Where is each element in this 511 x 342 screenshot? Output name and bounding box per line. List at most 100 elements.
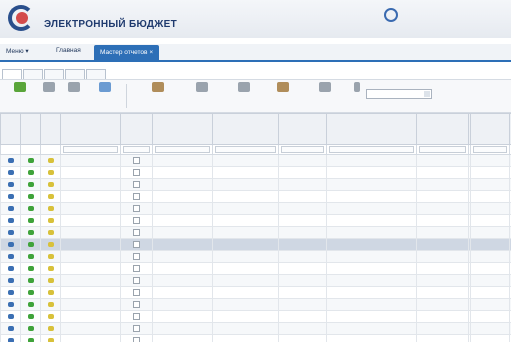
status-icon[interactable] [47,157,54,163]
table-row[interactable] [0,286,511,299]
table-row[interactable] [0,226,511,239]
row-checkbox[interactable] [133,192,140,200]
column-filter-input[interactable] [155,146,210,153]
table-row[interactable] [0,154,511,167]
status-icon[interactable] [7,229,14,235]
column-filter-input[interactable] [419,146,466,153]
menu-button[interactable]: Меню ▾ [6,47,29,55]
table-row[interactable] [0,298,511,311]
status-icon[interactable] [47,193,54,199]
toolbar-button[interactable] [352,82,362,94]
status-icon[interactable] [47,181,54,187]
nav-home[interactable]: Главная [56,47,81,54]
toolbar-button[interactable] [90,82,120,94]
status-icon[interactable] [47,241,54,247]
row-checkbox[interactable] [133,168,140,176]
status-icon[interactable] [47,289,54,295]
tab-report-wizard[interactable]: Мастер отчетов × [94,45,160,60]
status-icon[interactable] [47,265,54,271]
status-icon[interactable] [7,217,14,223]
table-row[interactable] [0,238,511,251]
status-icon[interactable] [27,301,34,307]
status-icon[interactable] [7,253,14,259]
table-row[interactable] [0,178,511,191]
status-icon[interactable] [7,157,14,163]
table-row[interactable] [0,190,511,203]
status-icon[interactable] [27,181,34,187]
toolbar-button[interactable] [184,82,220,94]
column-filter-input[interactable] [63,146,118,153]
status-icon[interactable] [47,229,54,235]
toolbar-button[interactable] [136,82,180,94]
column-filter-input[interactable] [123,146,150,153]
status-icon[interactable] [7,265,14,271]
status-icon[interactable] [47,337,54,342]
status-icon[interactable] [47,301,54,307]
status-icon[interactable] [27,241,34,247]
row-checkbox[interactable] [133,276,140,284]
status-icon[interactable] [27,277,34,283]
column-header[interactable] [0,113,21,145]
status-icon[interactable] [7,241,14,247]
status-icon[interactable] [7,205,14,211]
status-icon[interactable] [27,313,34,319]
status-icon[interactable] [27,229,34,235]
status-icon[interactable] [7,325,14,331]
status-icon[interactable] [27,217,34,223]
status-icon[interactable] [47,313,54,319]
row-checkbox[interactable] [133,216,140,224]
status-icon[interactable] [27,253,34,259]
status-icon[interactable] [47,253,54,259]
row-checkbox[interactable] [133,156,140,164]
row-checkbox[interactable] [133,228,140,236]
column-header[interactable] [416,113,469,145]
column-header[interactable] [60,113,121,145]
column-filter-input[interactable] [281,146,324,153]
column-header[interactable] [212,113,279,145]
status-icon[interactable] [7,289,14,295]
status-icon[interactable] [27,157,34,163]
row-checkbox[interactable] [133,204,140,212]
chevron-down-icon[interactable] [424,91,430,97]
status-icon[interactable] [7,181,14,187]
filter-select[interactable] [366,89,432,99]
column-header[interactable] [152,113,213,145]
row-checkbox[interactable] [133,300,140,308]
row-checkbox[interactable] [133,288,140,296]
status-icon[interactable] [47,169,54,175]
status-icon[interactable] [27,325,34,331]
status-icon[interactable] [47,217,54,223]
column-filter-input[interactable] [215,146,276,153]
table-row[interactable] [0,322,511,335]
column-header[interactable] [278,113,327,145]
status-icon[interactable] [7,301,14,307]
row-checkbox[interactable] [133,240,140,248]
column-filter-input[interactable] [329,146,414,153]
toolbar-button[interactable] [38,82,60,94]
status-icon[interactable] [27,337,34,342]
toolbar-button[interactable] [268,82,298,94]
row-checkbox[interactable] [133,252,140,260]
status-icon[interactable] [27,265,34,271]
status-icon[interactable] [47,205,54,211]
status-icon[interactable] [7,193,14,199]
row-checkbox[interactable] [133,180,140,188]
toolbar-button[interactable] [8,82,32,94]
status-icon[interactable] [47,325,54,331]
status-icon[interactable] [7,337,14,342]
table-row[interactable] [0,310,511,323]
status-icon[interactable] [7,169,14,175]
row-checkbox[interactable] [133,264,140,272]
table-row[interactable] [0,262,511,275]
table-row[interactable] [0,274,511,287]
status-icon[interactable] [27,289,34,295]
row-checkbox[interactable] [133,324,140,332]
toolbar-button[interactable] [300,82,350,94]
column-filter-input[interactable] [473,146,507,153]
column-header[interactable] [40,113,61,145]
status-icon[interactable] [27,169,34,175]
column-header[interactable] [326,113,417,145]
status-icon[interactable] [47,277,54,283]
toolbar-button[interactable] [222,82,266,94]
table-row[interactable] [0,166,511,179]
